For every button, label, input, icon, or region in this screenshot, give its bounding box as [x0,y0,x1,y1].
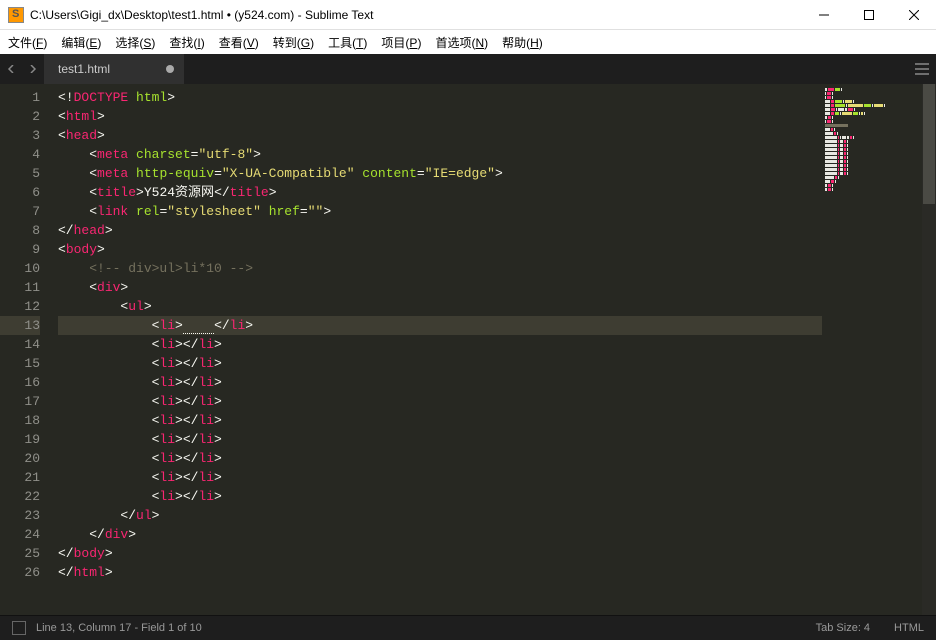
line-number: 7 [0,202,40,221]
line-gutter: 1234567891011121314151617181920212223242… [0,84,50,615]
code-line[interactable]: <li></li> [58,392,822,411]
code-line[interactable]: <li> </li> [58,316,822,335]
code-line[interactable]: <!-- div>ul>li*10 --> [58,259,822,278]
menu-T[interactable]: 工具(T) [328,34,367,51]
status-position[interactable]: Line 13, Column 17 - Field 1 of 10 [36,622,792,634]
line-number: 13 [0,316,40,335]
status-panel-icon[interactable] [12,621,26,635]
window-title: C:\Users\Gigi_dx\Desktop\test1.html • (y… [30,8,801,22]
line-number: 11 [0,278,40,297]
scroll-thumb[interactable] [923,84,935,204]
menu-F[interactable]: 文件(F) [8,34,47,51]
window-controls [801,0,936,29]
tab-label: test1.html [58,62,110,76]
line-number: 5 [0,164,40,183]
code-line[interactable]: </ul> [58,506,822,525]
code-line[interactable]: </body> [58,544,822,563]
line-number: 18 [0,411,40,430]
code-line[interactable]: <li></li> [58,468,822,487]
line-number: 24 [0,525,40,544]
code-line[interactable]: </head> [58,221,822,240]
menu-I[interactable]: 查找(I) [169,34,204,51]
line-number: 17 [0,392,40,411]
line-number: 3 [0,126,40,145]
line-number: 12 [0,297,40,316]
line-number: 20 [0,449,40,468]
line-number: 1 [0,88,40,107]
code-line[interactable]: <li></li> [58,335,822,354]
code-line[interactable]: <li></li> [58,354,822,373]
vertical-scrollbar[interactable] [922,84,936,615]
code-line[interactable]: <li></li> [58,487,822,506]
statusbar: Line 13, Column 17 - Field 1 of 10 Tab S… [0,615,936,640]
code-line[interactable]: <li></li> [58,411,822,430]
code-line[interactable]: </div> [58,525,822,544]
code-line[interactable]: <meta http-equiv="X-UA-Compatible" conte… [58,164,822,183]
line-number: 15 [0,354,40,373]
code-line[interactable]: <!DOCTYPE html> [58,88,822,107]
code-line[interactable]: <title>Y524资源网</title> [58,183,822,202]
code-line[interactable]: </html> [58,563,822,582]
menu-P[interactable]: 项目(P) [381,34,421,51]
line-number: 8 [0,221,40,240]
code-line[interactable]: <li></li> [58,449,822,468]
menu-N[interactable]: 首选项(N) [435,34,488,51]
menu-E[interactable]: 编辑(E) [61,34,101,51]
menu-S[interactable]: 选择(S) [115,34,155,51]
line-number: 9 [0,240,40,259]
code-line[interactable]: <html> [58,107,822,126]
minimize-button[interactable] [801,0,846,29]
code-line[interactable]: <ul> [58,297,822,316]
tabstrip: test1.html [0,54,936,84]
hamburger-menu-icon[interactable] [908,54,936,84]
menubar: 文件(F) 编辑(E) 选择(S) 查找(I) 查看(V) 转到(G) 工具(T) 项目(P)… [0,30,936,54]
line-number: 6 [0,183,40,202]
code-line[interactable]: <head> [58,126,822,145]
tab-test1[interactable]: test1.html [44,54,184,84]
maximize-button[interactable] [846,0,891,29]
tab-nav-left[interactable] [0,54,22,84]
line-number: 10 [0,259,40,278]
code-line[interactable]: <li></li> [58,430,822,449]
code-line[interactable]: <body> [58,240,822,259]
code-area[interactable]: <!DOCTYPE html><html><head> <meta charse… [50,84,822,615]
line-number: 23 [0,506,40,525]
menu-V[interactable]: 查看(V) [219,34,259,51]
tab-nav-right[interactable] [22,54,44,84]
status-tabsize[interactable]: Tab Size: 4 [816,622,870,634]
line-number: 2 [0,107,40,126]
line-number: 4 [0,145,40,164]
close-button[interactable] [891,0,936,29]
line-number: 21 [0,468,40,487]
code-line[interactable]: <li></li> [58,373,822,392]
tab-dirty-indicator [166,65,174,73]
code-line[interactable]: <link rel="stylesheet" href=""> [58,202,822,221]
line-number: 22 [0,487,40,506]
line-number: 19 [0,430,40,449]
line-number: 26 [0,563,40,582]
editor-area[interactable]: 1234567891011121314151617181920212223242… [0,84,936,615]
code-line[interactable]: <div> [58,278,822,297]
titlebar: C:\Users\Gigi_dx\Desktop\test1.html • (y… [0,0,936,30]
line-number: 25 [0,544,40,563]
status-syntax[interactable]: HTML [894,622,924,634]
minimap[interactable] [822,84,922,615]
code-line[interactable]: <meta charset="utf-8"> [58,145,822,164]
line-number: 14 [0,335,40,354]
menu-G[interactable]: 转到(G) [273,34,314,51]
app-icon [8,7,24,23]
menu-H[interactable]: 帮助(H) [502,34,543,51]
line-number: 16 [0,373,40,392]
